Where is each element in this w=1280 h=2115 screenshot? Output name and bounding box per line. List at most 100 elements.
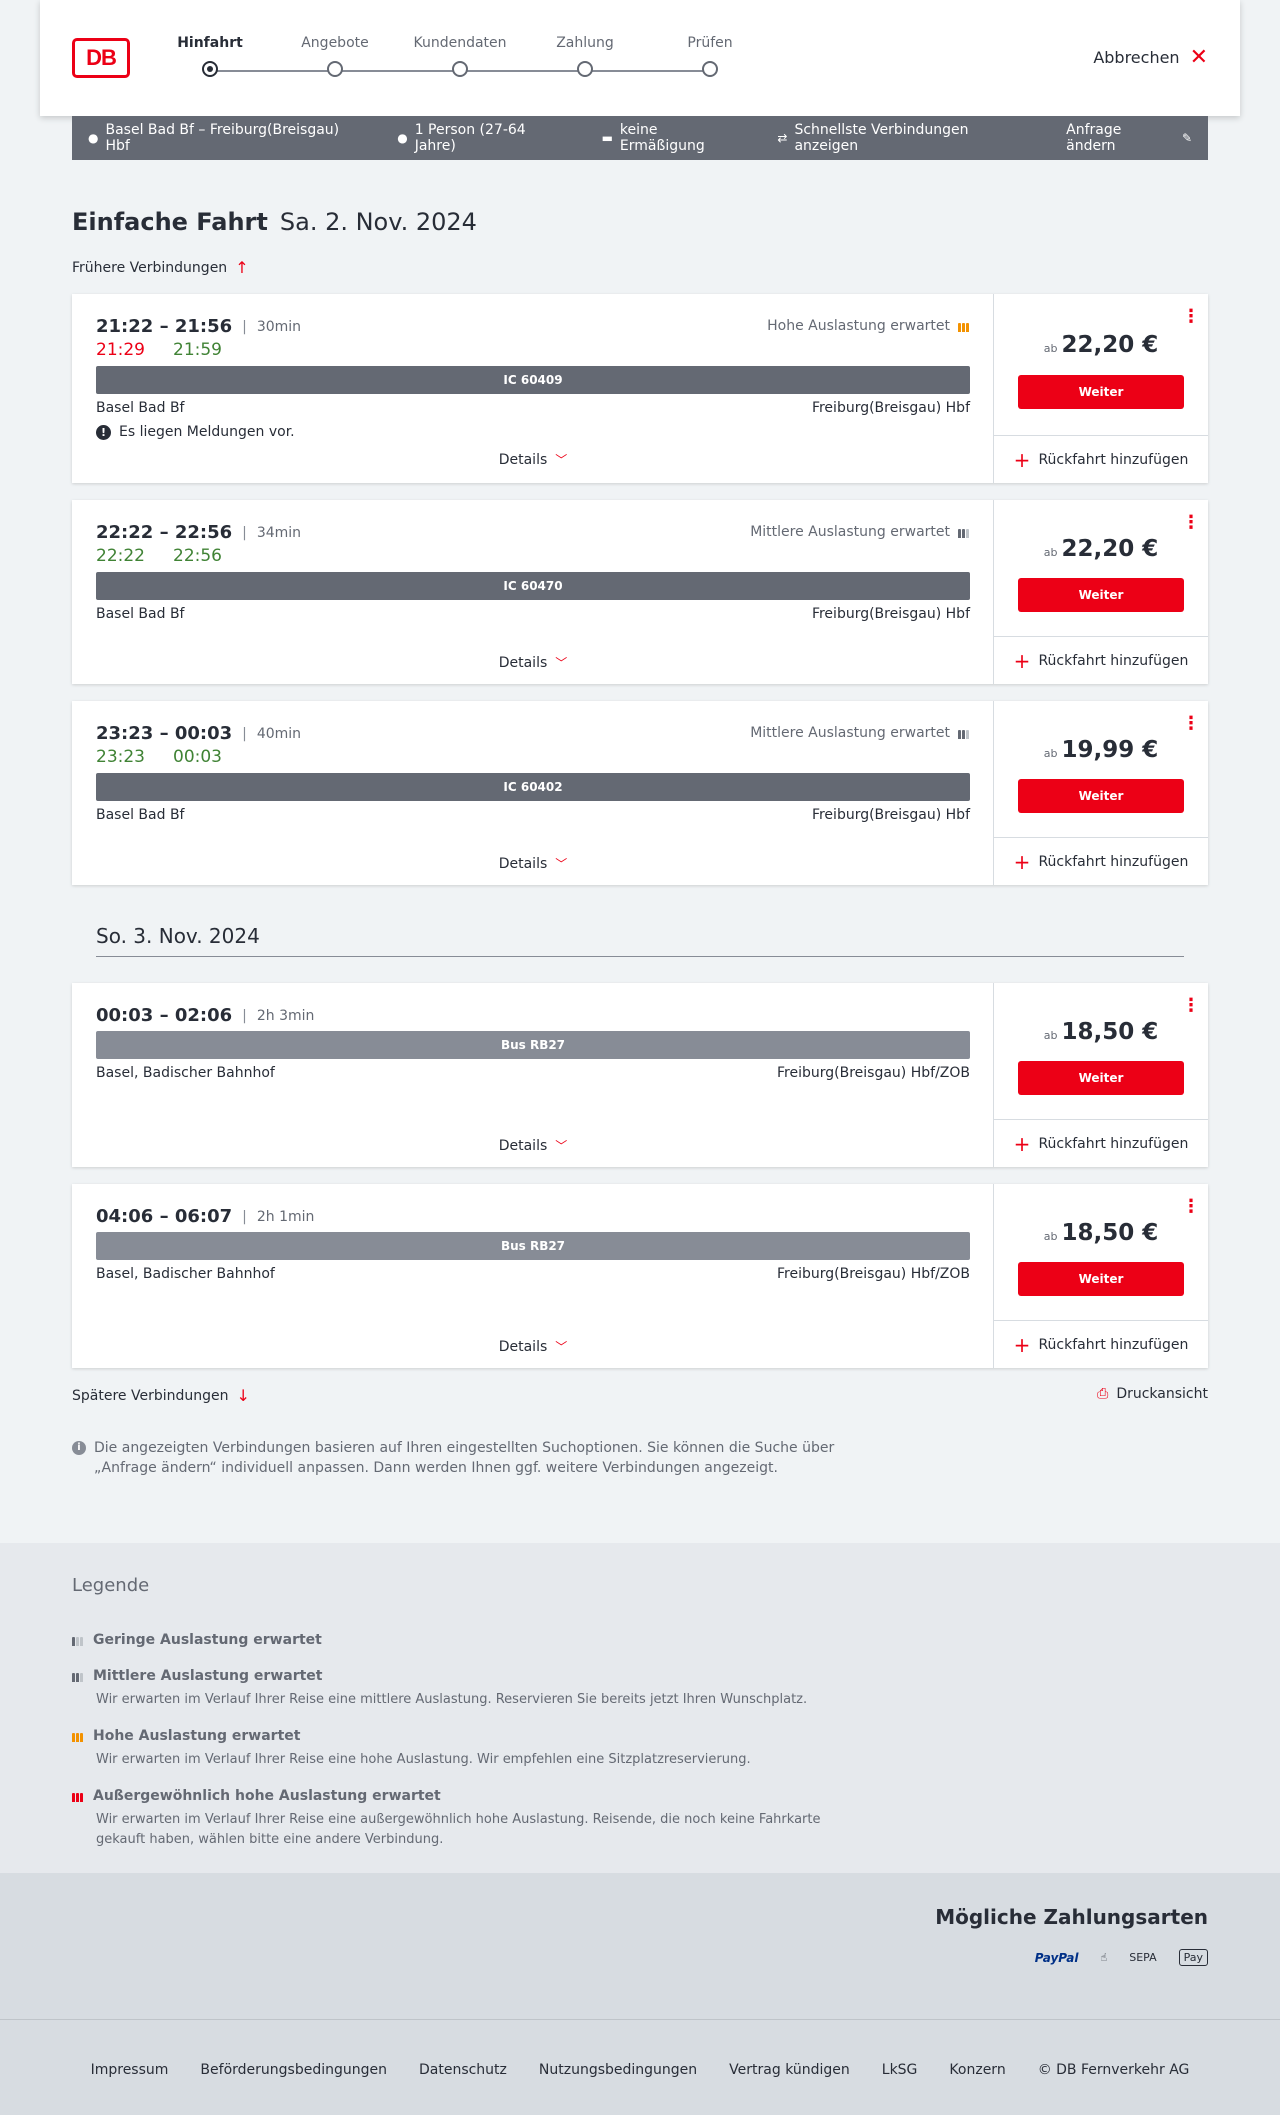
train-bar[interactable]: IC 60409 — [96, 366, 970, 394]
route-summary: ● Basel Bad Bf – Freiburg(Breisgau) Hbf — [88, 122, 365, 154]
departure-station: Basel, Badischer Bahnhof — [96, 1065, 275, 1081]
price-row: ab 18,50 € — [994, 1019, 1208, 1045]
legend-item-text: Wir erwarten im Verlauf Ihrer Reise eine… — [96, 1692, 808, 1707]
details-label: Details — [498, 451, 548, 468]
realtime-arrival: 22:56 — [173, 546, 222, 566]
legend-item-text: Wir erwarten im Verlauf Ihrer Reise eine… — [96, 1812, 821, 1847]
time-range: 21:22 – 21:56 — [96, 316, 233, 337]
bus-bar[interactable]: Bus RB27 — [96, 1031, 970, 1059]
arrival-station: Freiburg(Breisgau) Hbf — [811, 606, 970, 622]
train-bar[interactable]: IC 60402 — [96, 773, 970, 801]
add-return-button[interactable]: + Rückfahrt hinzufügen — [994, 435, 1208, 483]
medium-load-icon — [958, 727, 969, 739]
connection-times: 22:22 – 22:56 | 34min — [96, 522, 301, 543]
paypal-icon: PayPal — [1034, 1950, 1079, 1965]
more-options-icon[interactable]: ⋮ — [1182, 308, 1200, 326]
search-summary-bar: ● Basel Bad Bf – Freiburg(Breisgau) Hbf … — [72, 116, 1208, 160]
payment-title: Mögliche Zahlungsarten — [935, 1905, 1208, 1929]
search-info-note: i Die angezeigten Verbindungen basieren … — [72, 1438, 852, 1478]
step-label: Prüfen — [687, 35, 733, 51]
step-hinfahrt[interactable]: Hinfahrt — [140, 34, 280, 77]
footer-link-impressum[interactable]: Impressum — [91, 2062, 169, 2078]
details-label: Details — [498, 654, 548, 671]
return-label: Rückfahrt hinzufügen — [1038, 1336, 1189, 1353]
high-load-icon — [72, 1730, 83, 1742]
price-prefix: ab — [1043, 546, 1058, 559]
load-indicator: Mittlere Auslastung erwartet — [750, 725, 969, 741]
price-prefix: ab — [1043, 1230, 1058, 1243]
chevron-down-icon: ﹀ — [555, 857, 568, 871]
add-return-button[interactable]: + Rückfahrt hinzufügen — [994, 636, 1208, 684]
connection-info: 22:22 – 22:56 | 34min 22:22 22:56 Mittle… — [72, 500, 994, 684]
stations: Basel, Badischer Bahnhof Freiburg(Breisg… — [96, 1266, 970, 1282]
add-return-button[interactable]: + Rückfahrt hinzufügen — [994, 1119, 1208, 1167]
departure-station: Basel Bad Bf — [96, 606, 185, 622]
plus-icon: + — [1013, 648, 1031, 673]
weiter-button[interactable]: Weiter — [1018, 1262, 1184, 1296]
weiter-button[interactable]: Weiter — [1018, 779, 1184, 813]
footer-link-konzern[interactable]: Konzern — [949, 2062, 1005, 2078]
weiter-button[interactable]: Weiter — [1018, 1061, 1184, 1095]
weiter-button[interactable]: Weiter — [1018, 375, 1184, 409]
credit-card-icon: ☝ — [1100, 1951, 1108, 1964]
realtime-info: 22:22 22:56 — [96, 546, 222, 566]
details-label: Details — [498, 855, 548, 872]
info-icon: i — [72, 1441, 86, 1455]
weiter-label: Weiter — [1078, 789, 1124, 803]
realtime-arrival: 00:03 — [173, 747, 222, 767]
footer-link-befoerderungsbedingungen[interactable]: Beförderungsbedingungen — [200, 2062, 387, 2078]
legend-item-extreme: Außergewöhnlich hohe Auslastung erwartet… — [72, 1788, 872, 1850]
later-connections-link[interactable]: Spätere Verbindungen ↓ — [72, 1386, 250, 1405]
add-return-button[interactable]: + Rückfahrt hinzufügen — [994, 837, 1208, 885]
weiter-label: Weiter — [1078, 1071, 1124, 1085]
cancel-button[interactable]: Abbrechen ✕ — [1093, 46, 1208, 68]
details-toggle[interactable]: Details ﹀ — [72, 1137, 994, 1154]
apple-pay-label: Pay — [1183, 1951, 1203, 1964]
step-label: Hinfahrt — [177, 35, 243, 51]
pencil-icon: ✎ — [1181, 131, 1192, 145]
connection-times: 21:22 – 21:56 | 30min — [96, 316, 301, 337]
footer-link-nutzungsbedingungen[interactable]: Nutzungsbedingungen — [539, 2062, 697, 2078]
stations: Basel Bad Bf Freiburg(Breisgau) Hbf — [96, 606, 970, 622]
earlier-connections-link[interactable]: Frühere Verbindungen ↑ — [72, 258, 249, 277]
connection-card: 21:22 – 21:56 | 30min 21:29 21:59 Hohe A… — [72, 294, 1208, 483]
load-indicator: Hohe Auslastung erwartet — [767, 318, 969, 334]
price-panel: ⋮ ab 22,20 € Weiter + Rückfahrt hinzufüg… — [994, 500, 1208, 684]
realtime-departure: 22:22 — [96, 546, 145, 566]
stations: Basel, Badischer Bahnhof Freiburg(Breisg… — [96, 1065, 970, 1081]
route-text: Basel Bad Bf – Freiburg(Breisgau) Hbf — [105, 122, 340, 154]
weiter-button[interactable]: Weiter — [1018, 578, 1184, 612]
details-toggle[interactable]: Details ﹀ — [72, 855, 994, 872]
duration: 34min — [256, 524, 302, 541]
details-toggle[interactable]: Details ﹀ — [72, 1338, 994, 1355]
connection-info: 04:06 – 06:07 | 2h 1min Bus RB27 Basel, … — [72, 1184, 994, 1368]
realtime-departure: 21:29 — [96, 340, 145, 360]
footer-link-datenschutz[interactable]: Datenschutz — [419, 2062, 507, 2078]
more-options-icon[interactable]: ⋮ — [1182, 1198, 1200, 1216]
connection-info: 21:22 – 21:56 | 30min 21:29 21:59 Hohe A… — [72, 294, 994, 483]
duration: 40min — [256, 725, 302, 742]
details-toggle[interactable]: Details ﹀ — [72, 654, 994, 671]
footer-link-lksg[interactable]: LkSG — [882, 2062, 918, 2078]
db-logo[interactable]: DB — [72, 38, 130, 78]
train-name: IC 60409 — [503, 373, 563, 387]
footer-link-vertrag-kuendigen[interactable]: Vertrag kündigen — [729, 2062, 850, 2078]
step-dot — [577, 61, 593, 77]
print-view-link[interactable]: ⎙ Druckansicht — [1097, 1386, 1208, 1402]
more-options-icon[interactable]: ⋮ — [1182, 514, 1200, 532]
details-toggle[interactable]: Details ﹀ — [72, 451, 994, 468]
train-bar[interactable]: IC 60470 — [96, 572, 970, 600]
chevron-down-icon: ﹀ — [555, 453, 568, 467]
legend-item-title: Mittlere Auslastung erwartet — [93, 1668, 323, 1684]
more-options-icon[interactable]: ⋮ — [1182, 715, 1200, 733]
printer-icon: ⎙ — [1097, 1386, 1109, 1402]
add-return-button[interactable]: + Rückfahrt hinzufügen — [994, 1320, 1208, 1368]
bus-bar[interactable]: Bus RB27 — [96, 1232, 970, 1260]
extreme-load-icon — [72, 1790, 83, 1802]
price-row: ab 18,50 € — [994, 1220, 1208, 1246]
realtime-info: 21:29 21:59 — [96, 340, 222, 360]
step-zahlung: Zahlung — [515, 34, 655, 77]
day-separator-label: So. 3. Nov. 2024 — [96, 924, 260, 948]
change-request-button[interactable]: Anfrage ändern ✎ — [1066, 122, 1192, 154]
more-options-icon[interactable]: ⋮ — [1182, 997, 1200, 1015]
